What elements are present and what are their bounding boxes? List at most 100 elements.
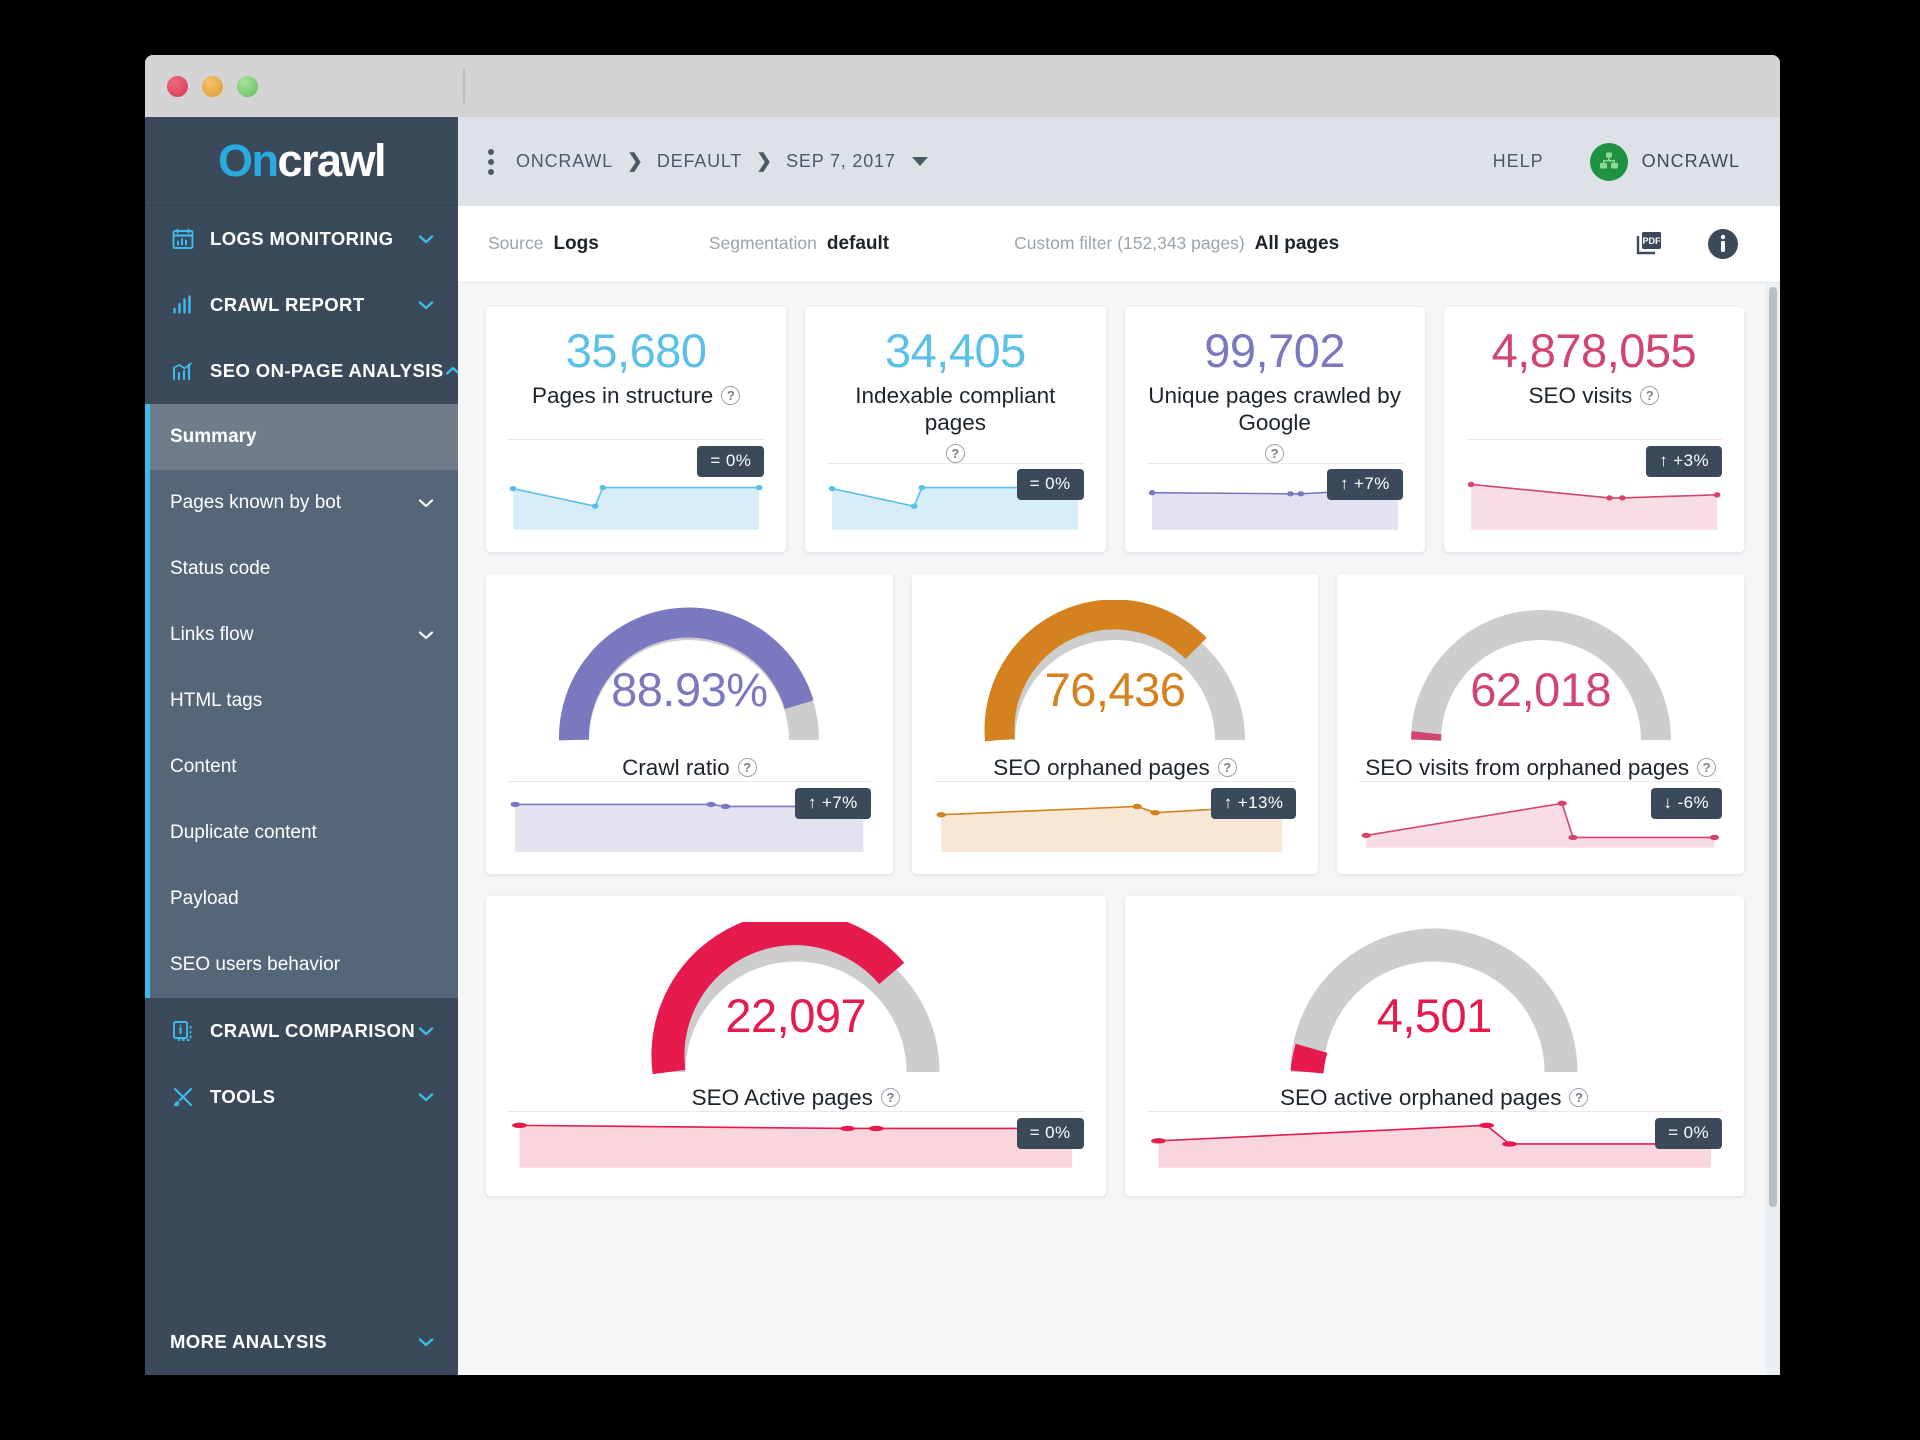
kpi-card-seo-active-pages[interactable]: 22,097 SEO Active pages ? = 0%	[486, 896, 1106, 1196]
kpi-card-pages-in-structure[interactable]: 35,680 Pages in structure ? = 0%	[486, 307, 787, 552]
chevron-down-icon[interactable]	[416, 229, 436, 249]
gauge-chart: 4,501	[1147, 922, 1723, 1080]
sidebar: Oncrawl LOGS MONITORING CRAWL REPORT SEO…	[145, 117, 461, 1375]
filter-custom: Custom filter (152,343 pages) All pages	[1014, 233, 1339, 255]
help-tooltip-icon[interactable]: ?	[1569, 1088, 1589, 1107]
user-menu[interactable]: ONCRAWL	[1589, 142, 1740, 181]
vertical-scrollbar[interactable]	[1766, 283, 1780, 1375]
sidebar-item-label: Links flow	[170, 624, 254, 645]
kpi-card-seo-orphaned-pages[interactable]: 76,436 SEO orphaned pages ? ↑ +13%	[911, 574, 1319, 874]
kpi-card-unique-pages-crawled-by-google[interactable]: 99,702 Unique pages crawled by Google ? …	[1124, 307, 1425, 552]
menu-kebab-icon[interactable]	[488, 148, 494, 175]
breadcrumb-item-config[interactable]: DEFAULT	[657, 151, 742, 172]
app-logo[interactable]: Oncrawl	[145, 117, 458, 206]
sidebar-group-logs-monitoring[interactable]: LOGS MONITORING	[145, 206, 458, 272]
chevron-down-icon[interactable]	[416, 625, 436, 645]
tools-icon	[170, 1084, 196, 1110]
delta-badge: ↑ +13%	[1210, 787, 1297, 819]
sparkline-zone: ↓ -6%	[1359, 782, 1723, 854]
avatar	[1589, 142, 1628, 181]
sidebar-item-duplicate-content[interactable]: Duplicate content	[150, 800, 458, 866]
sparkline-chart	[508, 470, 764, 532]
line-chart-icon	[170, 358, 196, 384]
kpi-card-seo-active-orphaned-pages[interactable]: 4,501 SEO active orphaned pages ? = 0%	[1124, 896, 1744, 1196]
maximize-window-button[interactable]	[237, 75, 258, 97]
filter-segmentation-value[interactable]: default	[827, 233, 889, 255]
sidebar-item-status-code[interactable]: Status code	[150, 536, 458, 602]
kpi-title: SEO orphaned pages ?	[934, 754, 1297, 781]
sidebar-item-payload[interactable]: Payload	[150, 866, 458, 932]
help-tooltip-icon[interactable]: ?	[1265, 443, 1285, 463]
help-tooltip-icon[interactable]: ?	[737, 758, 757, 777]
application-window: Oncrawl LOGS MONITORING CRAWL REPORT SEO…	[145, 55, 1780, 1375]
sidebar-group-tools[interactable]: TOOLS	[145, 1064, 458, 1130]
kpi-title: SEO visits from orphaned pages ?	[1359, 754, 1722, 781]
kpi-title-text: SEO active orphaned pages	[1280, 1085, 1562, 1110]
delta-badge: ↑ +3%	[1646, 446, 1722, 477]
chevron-down-icon[interactable]	[416, 295, 436, 315]
sidebar-item-label: SEO users behavior	[170, 954, 341, 975]
sidebar-item-html-tags[interactable]: HTML tags	[150, 668, 458, 734]
chevron-down-icon[interactable]	[416, 1021, 436, 1041]
info-icon[interactable]	[1706, 227, 1740, 261]
kpi-value: 34,405	[884, 324, 1026, 377]
kpi-card-seo-visits-from-orphaned-pages[interactable]: 62,018 SEO visits from orphaned pages ? …	[1337, 574, 1745, 874]
kpi-card-indexable-compliant-pages[interactable]: 34,405 Indexable compliant pages ? = 0%	[805, 307, 1106, 552]
sidebar-group-seo-on-page-analysis[interactable]: SEO ON-PAGE ANALYSIS	[145, 338, 461, 404]
breadcrumb-item-project[interactable]: ONCRAWL	[516, 151, 613, 172]
help-tooltip-icon[interactable]: ?	[880, 1088, 900, 1107]
sidebar-item-content[interactable]: Content	[150, 734, 458, 800]
gauge-value: 88.93%	[611, 663, 768, 716]
minimize-window-button[interactable]	[202, 75, 223, 97]
kpi-title: Pages in structure ?	[508, 382, 764, 409]
chevron-down-icon[interactable]	[416, 1332, 436, 1352]
sidebar-item-label: Status code	[170, 558, 271, 579]
sparkline-chart	[1147, 1114, 1723, 1176]
help-tooltip-icon[interactable]: ?	[1697, 758, 1717, 777]
kpi-value: 99,702	[1204, 324, 1345, 377]
scrollbar-thumb[interactable]	[1769, 287, 1777, 1207]
delta-badge: = 0%	[1016, 469, 1084, 501]
sidebar-item-pages-known-by-bot[interactable]: Pages known by bot	[150, 470, 458, 536]
caret-down-icon[interactable]	[911, 157, 928, 166]
breadcrumb-item-date[interactable]: SEP 7, 2017	[786, 151, 896, 172]
window-titlebar	[145, 55, 1780, 117]
sidebar-group-more-analysis[interactable]: MORE ANALYSIS	[145, 1309, 458, 1375]
kpi-row-2: 88.93% Crawl ratio ? ↑ +7% 76,436 SEO or…	[486, 574, 1745, 874]
breadcrumb: ONCRAWL ❯ DEFAULT ❯ SEP 7, 2017	[516, 150, 928, 173]
kpi-title-text: Pages in structure	[531, 382, 714, 408]
app-shell: Oncrawl LOGS MONITORING CRAWL REPORT SEO…	[145, 117, 1780, 1375]
kpi-row-3: 22,097 SEO Active pages ? = 0% 4,501 SEO…	[486, 896, 1744, 1196]
filter-source-value[interactable]: Logs	[553, 233, 598, 255]
kpi-card-crawl-ratio[interactable]: 88.93% Crawl ratio ? ↑ +7%	[486, 574, 893, 874]
sidebar-submenu: Summary Pages known by bot Status code L…	[145, 404, 458, 998]
help-tooltip-icon[interactable]: ?	[721, 385, 741, 405]
close-window-button[interactable]	[167, 75, 188, 97]
sidebar-item-summary[interactable]: Summary	[150, 404, 458, 470]
chevron-down-icon[interactable]	[416, 1087, 436, 1107]
filter-custom-value[interactable]: All pages	[1255, 233, 1339, 255]
help-link[interactable]: HELP	[1493, 151, 1544, 172]
kpi-title-text: Unique pages crawled by Google	[1148, 382, 1401, 435]
logo-text-crawl: crawl	[277, 135, 386, 186]
help-tooltip-icon[interactable]: ?	[1217, 758, 1237, 777]
logo-text-on: On	[217, 135, 279, 186]
sidebar-group-crawl-comparison[interactable]: CRAWL COMPARISON	[145, 998, 458, 1064]
gauge-value: 76,436	[1044, 663, 1186, 716]
sidebar-item-seo-users-behavior[interactable]: SEO users behavior	[150, 932, 458, 998]
kpi-card-seo-visits[interactable]: 4,878,055 SEO visits ? ↑ +3%	[1443, 307, 1744, 552]
pdf-export-icon[interactable]: PDF	[1634, 228, 1666, 260]
filter-bar-actions: PDF	[1634, 227, 1740, 261]
help-tooltip-icon[interactable]: ?	[945, 443, 965, 463]
help-tooltip-icon[interactable]: ?	[1640, 385, 1660, 405]
filter-custom-label: Custom filter (152,343 pages)	[1014, 233, 1245, 253]
kpi-value: 4,878,055	[1491, 324, 1697, 377]
bar-chart-icon	[170, 292, 196, 318]
kpi-title-text: Crawl ratio	[622, 755, 730, 780]
sidebar-item-links-flow[interactable]: Links flow	[150, 602, 458, 668]
kpi-title: SEO active orphaned pages ?	[1147, 1084, 1723, 1111]
sidebar-group-crawl-report[interactable]: CRAWL REPORT	[145, 272, 458, 338]
chevron-down-icon[interactable]	[416, 493, 436, 513]
kpi-title-text: SEO orphaned pages	[993, 755, 1210, 780]
sidebar-item-label: Pages known by bot	[170, 492, 342, 513]
